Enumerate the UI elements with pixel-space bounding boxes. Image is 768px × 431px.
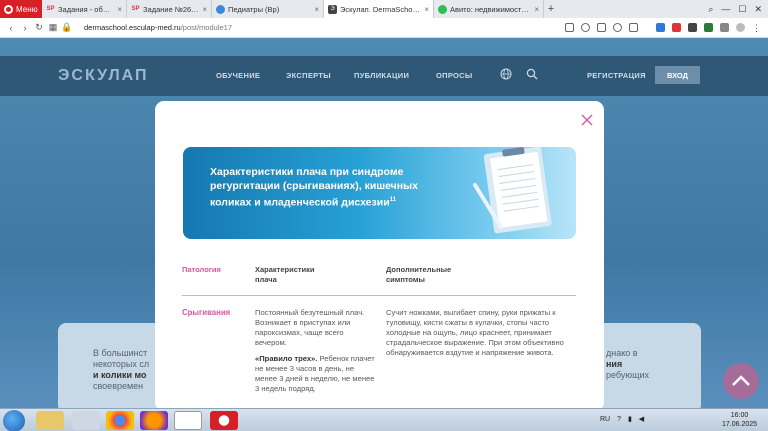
search-tabs-icon[interactable]: ⌕ [708, 4, 713, 15]
site-header: ЭСКУЛАП ОБУЧЕНИЕ ЭКСПЕРТЫ ПУБЛИКАЦИИ ОПР… [0, 56, 768, 96]
browser-tab[interactable]: SP Задание №2681869 - про × [127, 0, 212, 18]
tab-title: Задание №2681869 - про [143, 4, 200, 14]
menu-label: Меню [16, 4, 38, 14]
puzzle-icon[interactable] [720, 23, 729, 32]
heart-icon[interactable] [613, 23, 622, 32]
clipboard-illustration [473, 147, 552, 234]
cell-cry-characteristics: Постоянный безутешный плач. Возникает в … [255, 308, 365, 347]
close-tab-icon[interactable]: × [117, 5, 122, 14]
background-text-left: В большинст некоторых сл и колики мо сво… [93, 348, 150, 391]
rule-bold: «Правило трех». [255, 354, 318, 363]
info-modal: Характеристики плача при синдроме регург… [155, 101, 604, 408]
clock[interactable]: 16:00 17.06.2025 [722, 411, 757, 429]
sdamgia-icon: SP [46, 6, 55, 12]
nav-item-experts[interactable]: ЭКСПЕРТЫ [286, 71, 331, 80]
nav-item-surveys[interactable]: ОПРОСЫ [436, 71, 473, 80]
close-tab-icon[interactable]: × [202, 5, 207, 14]
url-field[interactable]: dermaschool.esculap-med.ru/post/module17 [84, 23, 232, 32]
tab-title: Педиатры (Вр) [228, 4, 280, 14]
camera-icon[interactable] [581, 23, 590, 32]
window-controls: ⌕ — ☐ ✕ [708, 4, 768, 15]
tabs-grid-icon[interactable]: ▦ [46, 22, 60, 33]
banner-title: Характеристики плача при синдроме регург… [210, 166, 418, 209]
edit-icon[interactable] [565, 23, 574, 32]
sdamgia-icon: SP [131, 6, 140, 12]
volume-icon[interactable]: ◀ [639, 416, 644, 423]
banner-footnote: 11 [389, 197, 396, 203]
page: ЭСКУЛАП ОБУЧЕНИЕ ЭКСПЕРТЫ ПУБЛИКАЦИИ ОПР… [0, 38, 768, 408]
tab-title: Задания - общий список [58, 4, 114, 14]
opera-logo-icon [4, 4, 13, 14]
background-text-right: днако в ния ребующих [606, 348, 650, 380]
lock-icon: 🔒 [61, 22, 73, 32]
column-header-symptoms: Дополнительные симптомы [386, 265, 452, 284]
table-header-divider [182, 295, 576, 296]
firefox-icon[interactable] [140, 411, 168, 430]
chrome-icon[interactable] [106, 411, 134, 430]
login-button[interactable]: ВХОД [655, 66, 700, 84]
globe-icon[interactable] [500, 68, 512, 80]
register-link[interactable]: РЕГИСТРАЦИЯ [587, 71, 646, 80]
forward-icon[interactable]: › [18, 23, 32, 33]
wordcount-icon[interactable] [688, 23, 697, 32]
esculap-icon: Э [328, 4, 337, 14]
nav-item-education[interactable]: ОБУЧЕНИЕ [216, 71, 260, 80]
modal-banner: Характеристики плача при синдроме регург… [183, 147, 576, 239]
url-host: dermaschool.esculap-med.ru [84, 23, 181, 32]
close-window-icon[interactable]: ✕ [754, 4, 762, 15]
browser-tab[interactable]: Авито: недвижимость, тра × [434, 0, 544, 18]
extensions-area: ⋮ [565, 23, 768, 33]
tab-title: Эскулап. DermaSchool. За [340, 4, 421, 14]
browser-tab[interactable]: SP Задания - общий список × [42, 0, 127, 18]
close-tab-icon[interactable]: × [424, 5, 429, 14]
maximize-icon[interactable]: ☐ [738, 4, 746, 15]
opera-icon[interactable] [210, 411, 238, 430]
cell-additional-symptoms: Сучит ножками, выгибает спину, руки приж… [386, 308, 564, 357]
translate-icon[interactable] [656, 23, 665, 32]
windows-taskbar: RU ? ▮ ◀ 16:00 17.06.2025 [0, 408, 768, 431]
extension-icon[interactable] [672, 23, 681, 32]
column-header-cry: Характеристики плача [255, 265, 315, 284]
nav-item-publications[interactable]: ПУБЛИКАЦИИ [354, 71, 409, 80]
column-header-pathology: Патология [182, 265, 221, 274]
scroll-to-top-button[interactable] [723, 363, 759, 399]
clock-date: 17.06.2025 [722, 421, 758, 428]
network-icon[interactable]: ▮ [628, 416, 632, 423]
help-icon[interactable]: ? [617, 416, 621, 423]
reload-icon[interactable]: ↻ [32, 22, 46, 33]
media-player-icon[interactable] [72, 411, 100, 430]
opera-menu-button[interactable]: Меню [0, 0, 42, 18]
tab-title: Авито: недвижимость, тра [450, 4, 531, 14]
close-tab-icon[interactable]: × [314, 5, 319, 14]
clock-time: 16:00 [730, 412, 749, 419]
browser-tab-active[interactable]: Э Эскулап. DermaSchool. За × [324, 0, 434, 18]
box-icon[interactable] [597, 23, 606, 32]
back-icon[interactable]: ‹ [4, 23, 18, 33]
address-bar: ‹ › ↻ ▦ 🔒 dermaschool.esculap-med.ru/pos… [0, 18, 768, 38]
site-logo[interactable]: ЭСКУЛАП [58, 67, 149, 85]
start-button[interactable] [3, 410, 25, 431]
close-tab-icon[interactable]: × [534, 5, 539, 14]
cell-rule-of-three: «Правило трех». Ребенок плачет не менее … [255, 354, 377, 394]
close-icon[interactable] [580, 113, 594, 127]
download-icon[interactable] [629, 23, 638, 32]
browser-tabbar: Меню SP Задания - общий список × SP Зада… [0, 0, 768, 18]
opera-taskbar-icon[interactable] [174, 411, 202, 430]
settings-icon [216, 4, 225, 14]
profile-icon[interactable] [736, 23, 745, 32]
system-tray: RU ? ▮ ◀ [600, 415, 644, 423]
chevron-up-icon [732, 375, 750, 386]
browser-tab[interactable]: Педиатры (Вр) × [212, 0, 324, 18]
file-explorer-icon[interactable] [36, 411, 64, 430]
more-menu-icon[interactable]: ⋮ [752, 23, 761, 33]
row-pathology-name: Срыгивания [182, 308, 231, 317]
url-path: /post/module17 [180, 23, 233, 32]
avito-icon [438, 4, 447, 14]
extension-badge-icon[interactable] [704, 23, 713, 32]
new-tab-button[interactable]: + [544, 3, 558, 15]
minimize-icon[interactable]: — [721, 4, 730, 15]
search-icon[interactable] [526, 68, 538, 80]
language-indicator[interactable]: RU [600, 416, 610, 423]
